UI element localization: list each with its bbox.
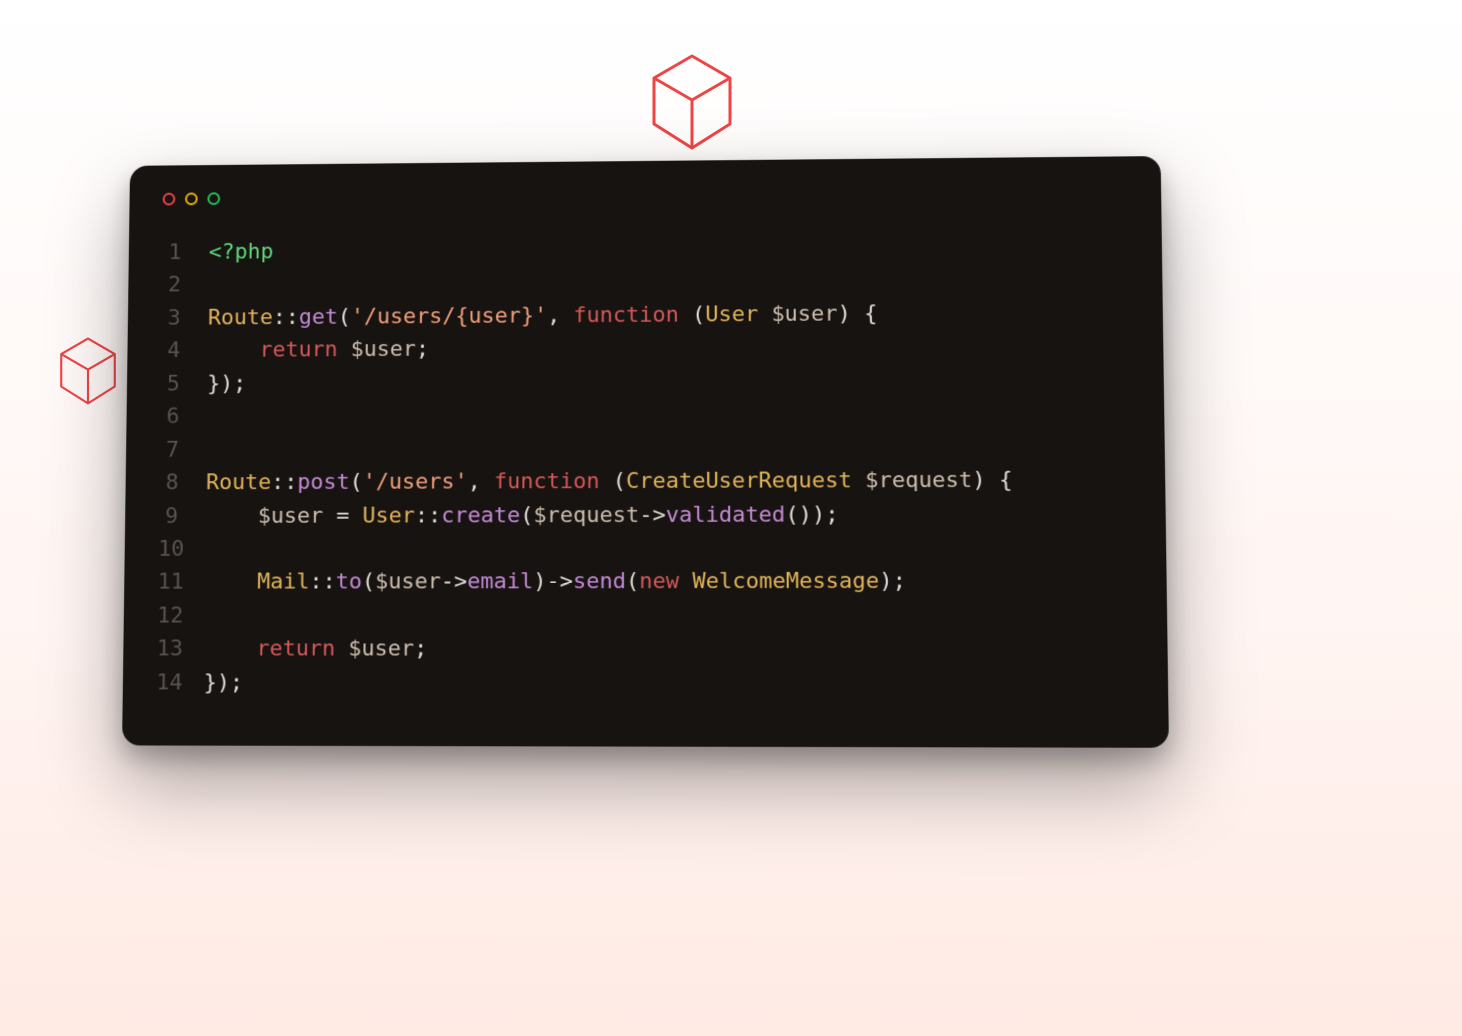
code-block[interactable]: 1 <?php 2 3 Route::get('/users/{user}', … [156, 229, 1133, 701]
line-number: 4 [160, 335, 207, 368]
code-editor-window: 1 <?php 2 3 Route::get('/users/{user}', … [122, 156, 1169, 748]
line-number: 12 [157, 599, 205, 632]
line-number: 10 [158, 533, 206, 566]
line-number: 5 [160, 367, 207, 400]
line-number: 11 [157, 566, 205, 599]
line-number: 8 [159, 467, 207, 500]
cube-icon [57, 335, 119, 407]
window-traffic-lights [163, 184, 1127, 205]
cube-icon [648, 52, 736, 152]
line-number: 3 [161, 302, 208, 335]
line-number: 13 [157, 633, 205, 666]
line-number: 9 [158, 500, 206, 533]
line-number: 14 [156, 666, 204, 700]
zoom-dot-icon [207, 192, 220, 205]
line-number: 7 [159, 433, 206, 466]
line-number: 2 [161, 269, 208, 302]
code-token: <?php [209, 240, 274, 265]
close-dot-icon [163, 193, 176, 206]
line-number: 6 [160, 400, 207, 433]
minimize-dot-icon [185, 192, 198, 205]
line-number: 1 [162, 236, 209, 269]
